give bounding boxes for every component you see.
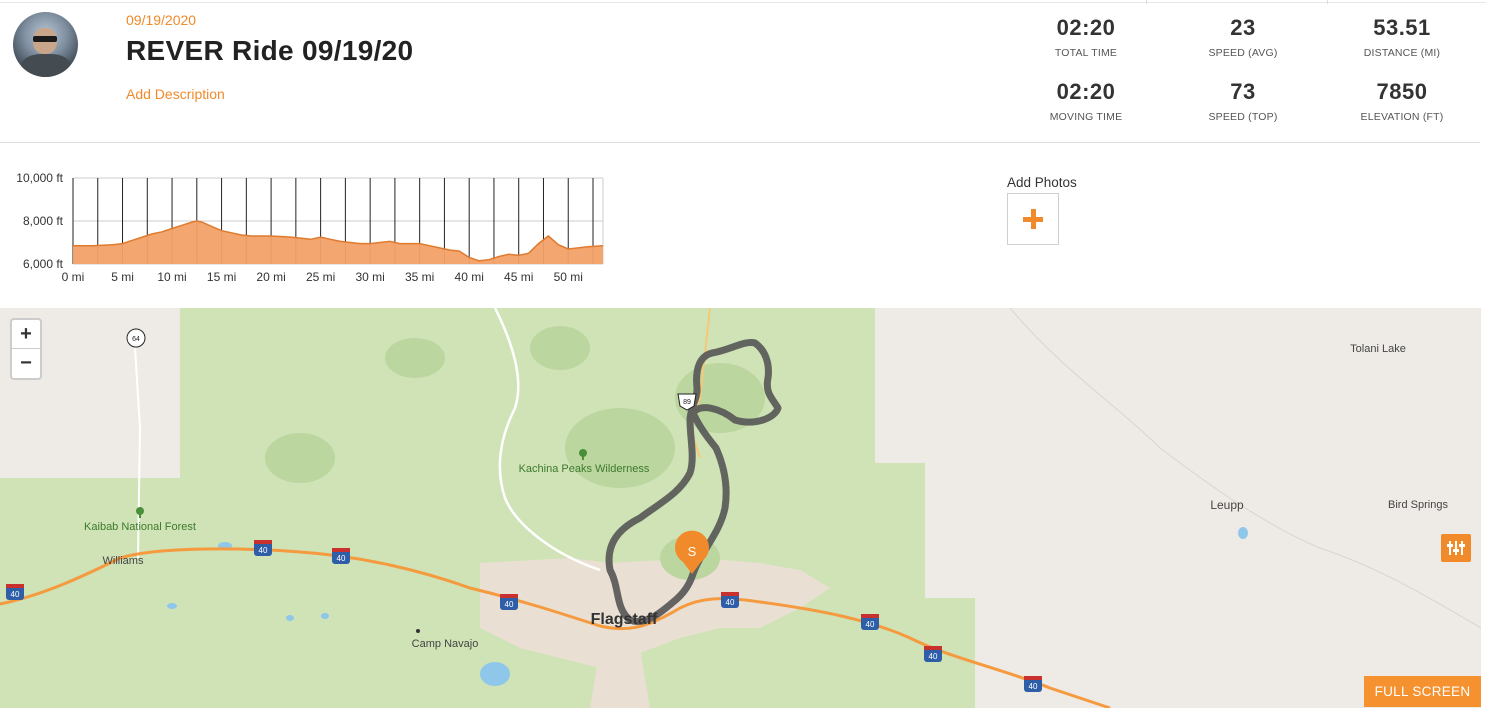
sliders-icon [1447, 541, 1465, 555]
stat-label: SPEED (AVG) [1208, 47, 1278, 59]
svg-text:40: 40 [929, 652, 938, 661]
map-canvas[interactable]: 40 40 40 40 40 40 40 40 89 64 Kachina Pe… [0, 308, 1481, 708]
x-tick-label: 20 mi [256, 270, 285, 284]
full-screen-button[interactable]: FULL SCREEN [1364, 676, 1481, 707]
ride-title: REVER Ride 09/19/20 [126, 35, 414, 66]
stat-value: 02:20 [1056, 15, 1116, 40]
forest-area [0, 308, 975, 708]
svg-text:S: S [688, 544, 697, 559]
svg-text:40: 40 [1029, 682, 1038, 691]
x-tick-label: 25 mi [306, 270, 335, 284]
map-label-camp-navajo: Camp Navajo [412, 638, 479, 650]
y-tick-label: 8,000 ft [23, 214, 64, 228]
route-map[interactable]: 40 40 40 40 40 40 40 40 89 64 Kachina Pe… [0, 308, 1481, 708]
x-tick-label: 15 mi [207, 270, 236, 284]
sr64-shield-icon: 64 [126, 328, 146, 348]
map-label-kaibab: Kaibab National Forest [84, 521, 196, 533]
stat-label: SPEED (TOP) [1208, 111, 1278, 123]
y-tick-label: 10,000 ft [16, 171, 63, 185]
stat-elevation: 7850 ELEVATION (FT) [1327, 79, 1477, 123]
x-tick-label: 50 mi [554, 270, 583, 284]
svg-text:40: 40 [337, 554, 346, 563]
svg-text:89: 89 [683, 399, 691, 406]
map-label-flagstaff: Flagstaff [591, 611, 658, 628]
add-photos-label: Add Photos [1007, 175, 1077, 190]
header-divider [0, 142, 1480, 143]
zoom-out-button[interactable]: − [12, 349, 40, 378]
i40-shield-icon: 40 [1024, 676, 1042, 692]
rider-avatar[interactable] [13, 12, 78, 77]
stat-value: 02:20 [1056, 79, 1116, 104]
ride-header: 09/19/2020 REVER Ride 09/19/20 Add Descr… [0, 0, 1486, 143]
map-label-williams: Williams [103, 555, 144, 567]
svg-text:40: 40 [259, 546, 268, 555]
stat-value: 73 [1230, 79, 1256, 104]
i40-shield-icon: 40 [861, 614, 879, 630]
stat-moving-time: 02:20 MOVING TIME [1011, 79, 1161, 123]
stat-value: 7850 [1376, 79, 1428, 104]
zoom-in-button[interactable]: + [12, 320, 40, 349]
x-tick-label: 10 mi [157, 270, 186, 284]
ride-date: 09/19/2020 [126, 12, 197, 28]
i40-shield-icon: 40 [500, 594, 518, 610]
map-label-leupp: Leupp [1210, 498, 1244, 512]
elevation-chart: 10,000 ft 8,000 ft 6,000 ft0 mi 5 mi 10 mi 15… [16, 171, 604, 284]
stat-label: ELEVATION (FT) [1360, 111, 1444, 123]
stat-column-divider [1146, 0, 1147, 4]
stat-value: 23 [1230, 15, 1256, 40]
x-tick-label: 30 mi [355, 270, 384, 284]
map-zoom-control: + − [10, 318, 42, 380]
svg-text:64: 64 [132, 336, 140, 343]
x-tick-label: 35 mi [405, 270, 434, 284]
add-description-link[interactable]: Add Description [126, 86, 225, 102]
i40-shield-icon: 40 [721, 592, 739, 608]
y-tick-label: 6,000 ft [23, 257, 64, 271]
stat-column-divider [1327, 0, 1328, 4]
svg-text:40: 40 [505, 600, 514, 609]
x-tick-label: 0 mi [62, 270, 85, 284]
x-tick-label: 45 mi [504, 270, 533, 284]
add-photos-button[interactable] [1007, 193, 1059, 245]
map-layers-button[interactable] [1441, 534, 1471, 562]
map-label-bird-springs: Bird Springs [1388, 499, 1448, 511]
map-label-kachina: Kachina Peaks Wilderness [519, 463, 650, 475]
i40-shield-icon: 40 [254, 540, 272, 556]
urban-area-south [590, 648, 650, 708]
i40-shield-icon: 40 [332, 548, 350, 564]
x-tick-label: 5 mi [111, 270, 134, 284]
avatar-body [21, 54, 71, 77]
stat-total-time: 02:20 TOTAL TIME [1011, 15, 1161, 59]
stat-label: DISTANCE (MI) [1363, 47, 1441, 59]
map-label-tolani-lake: Tolani Lake [1350, 343, 1406, 355]
stat-label: TOTAL TIME [1054, 47, 1118, 59]
wash [1009, 308, 1481, 629]
stat-label: MOVING TIME [1049, 111, 1123, 123]
svg-text:40: 40 [11, 590, 20, 599]
svg-text:40: 40 [866, 620, 875, 629]
svg-text:40: 40 [726, 598, 735, 607]
elevation-area [73, 221, 603, 264]
plus-icon-vertical [1031, 209, 1036, 229]
x-tick-label: 40 mi [455, 270, 484, 284]
stat-distance: 53.51 DISTANCE (MI) [1327, 15, 1477, 59]
stat-value: 53.51 [1373, 15, 1431, 40]
i40-shield-icon: 40 [924, 646, 942, 662]
camp-navajo-dot [416, 629, 420, 633]
stat-speed-avg: 23 SPEED (AVG) [1168, 15, 1318, 59]
i40-shield-icon: 40 [6, 584, 24, 600]
avatar-glasses [33, 36, 57, 42]
stat-speed-top: 73 SPEED (TOP) [1168, 79, 1318, 123]
